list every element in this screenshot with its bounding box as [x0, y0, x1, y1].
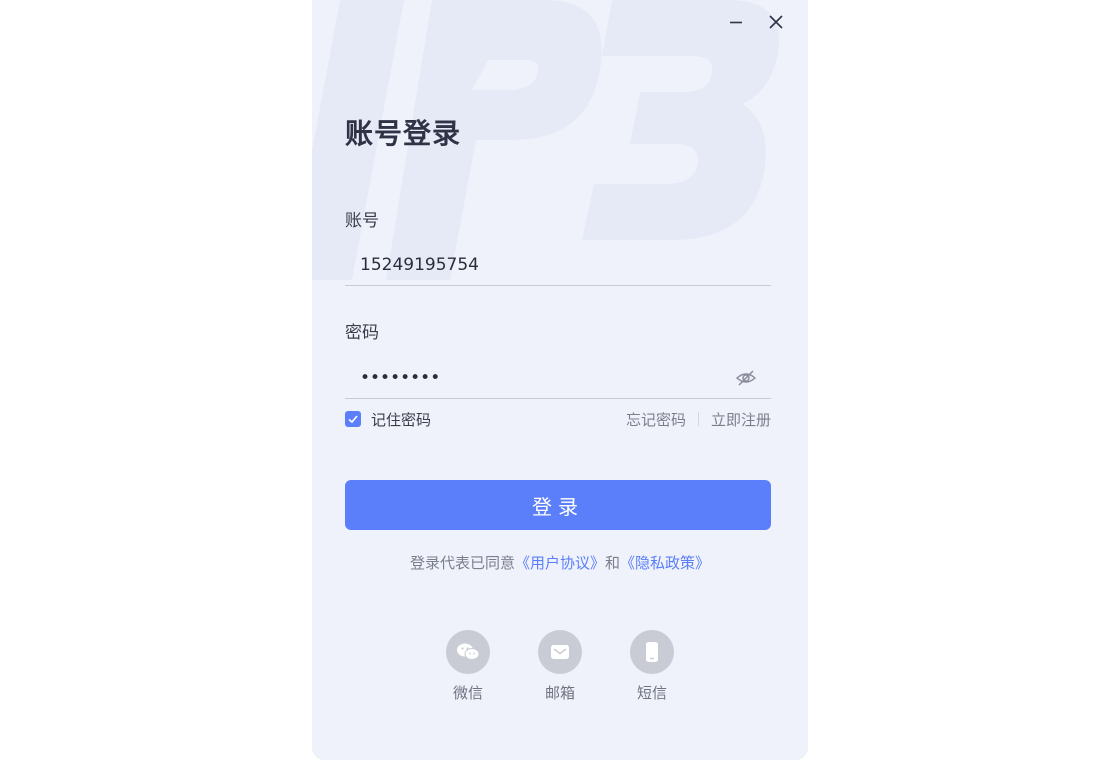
account-field: [345, 245, 771, 286]
privacy-policy-link[interactable]: 《隐私政策》: [620, 554, 710, 572]
login-window: 账号登录 账号 密码 记住密码 忘记密码 立即注册 登录 登录代表已同: [312, 0, 808, 760]
mail-icon: [551, 645, 569, 659]
password-label: 密码: [345, 323, 379, 343]
sms-circle: [630, 630, 674, 674]
close-button[interactable]: [758, 8, 794, 36]
wechat-login-button[interactable]: 微信: [446, 630, 490, 703]
wechat-label: 微信: [452, 684, 483, 702]
sms-login-button[interactable]: 短信: [630, 630, 674, 703]
social-login: 微信 邮箱 短信: [312, 630, 808, 703]
agreement-conjunction: 和: [605, 554, 621, 572]
forgot-password-link[interactable]: 忘记密码: [626, 409, 686, 430]
remember-checkbox[interactable]: [345, 411, 361, 427]
register-link[interactable]: 立即注册: [711, 409, 771, 430]
agreement-prefix: 登录代表已同意: [409, 554, 515, 572]
wechat-icon: [457, 643, 480, 660]
login-button[interactable]: 登录: [345, 480, 771, 530]
agreement-text: 登录代表已同意《用户协议》和《隐私政策》: [312, 552, 808, 573]
eye-off-icon[interactable]: [735, 368, 757, 388]
minimize-button[interactable]: [718, 8, 754, 36]
link-divider: [697, 412, 699, 426]
account-input[interactable]: [345, 246, 720, 284]
check-icon: [348, 415, 358, 424]
password-field: [345, 358, 771, 399]
login-options: 记住密码 忘记密码 立即注册: [345, 408, 771, 430]
mail-circle: [538, 630, 582, 674]
page-title: 账号登录: [345, 117, 462, 150]
account-links: 忘记密码 立即注册: [626, 409, 771, 430]
password-input[interactable]: [345, 359, 720, 397]
mail-login-button[interactable]: 邮箱: [538, 630, 582, 703]
sms-label: 短信: [636, 684, 667, 702]
phone-icon: [646, 642, 658, 662]
wechat-circle: [446, 630, 490, 674]
window-controls: [718, 8, 794, 36]
user-agreement-link[interactable]: 《用户协议》: [515, 554, 605, 572]
remember-label: 记住密码: [371, 410, 432, 429]
close-icon: [769, 15, 783, 29]
minimize-icon: [730, 21, 742, 24]
remember-password-toggle[interactable]: 记住密码: [345, 409, 431, 430]
account-label: 账号: [345, 211, 379, 231]
mail-label: 邮箱: [544, 684, 575, 702]
